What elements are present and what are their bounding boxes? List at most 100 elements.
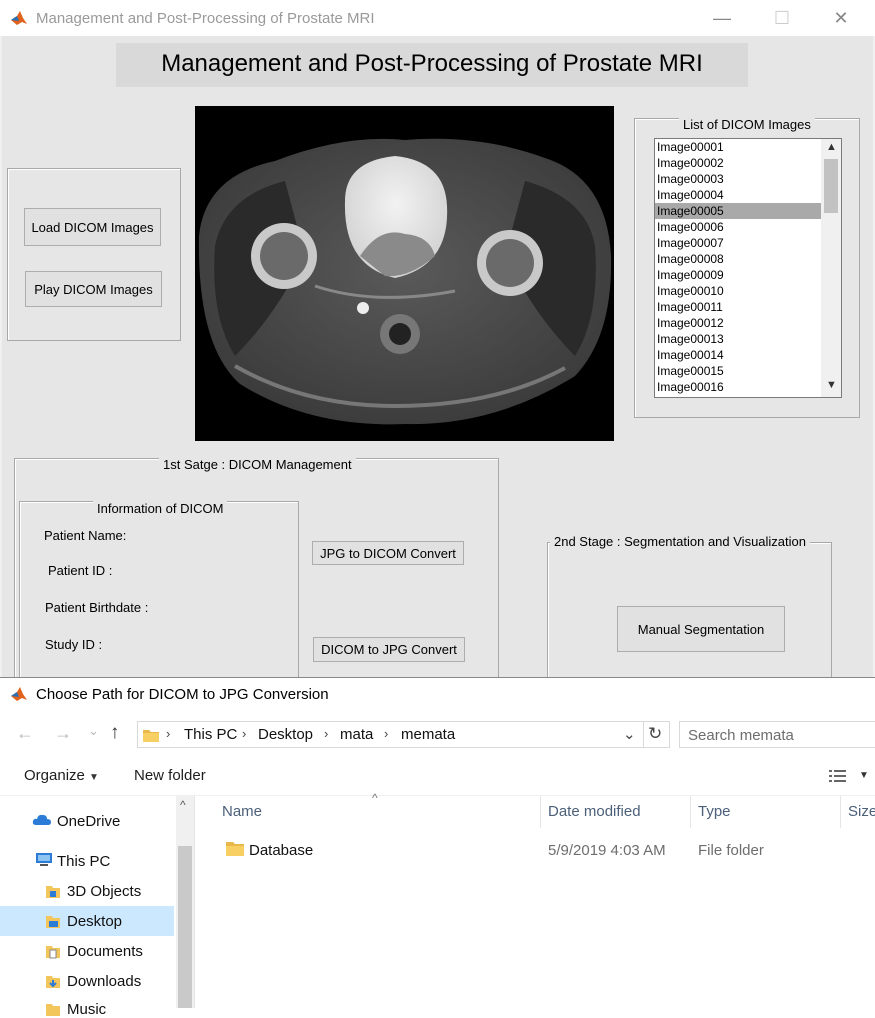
sort-up-icon: ^ xyxy=(372,791,378,805)
title-bar[interactable]: Management and Post-Processing of Prosta… xyxy=(0,0,875,36)
recent-locations-icon[interactable]: ⌄ xyxy=(88,723,99,739)
desktop-folder-icon xyxy=(46,916,60,928)
view-dropdown-icon[interactable]: ▼ xyxy=(859,770,869,781)
back-arrow-icon[interactable]: ← xyxy=(16,723,34,744)
documents-icon xyxy=(46,946,60,959)
list-scrollbar[interactable]: ▲ ▼ xyxy=(821,139,841,397)
scroll-down-icon[interactable]: ▼ xyxy=(826,379,837,391)
list-item[interactable]: Image00012 xyxy=(655,315,821,331)
nav-desktop[interactable]: Desktop xyxy=(67,913,122,930)
breadcrumb-separator-icon: › xyxy=(324,726,329,741)
patient-birthdate-label: Patient Birthdate : xyxy=(45,600,149,615)
jpg-to-dicom-button[interactable]: JPG to DICOM Convert xyxy=(312,541,464,565)
nav-downloads[interactable]: Downloads xyxy=(67,973,141,990)
file-date: 5/9/2019 4:03 AM xyxy=(548,842,666,859)
list-item[interactable]: Image00006 xyxy=(655,219,821,235)
load-dicom-button[interactable]: Load DICOM Images xyxy=(24,208,161,246)
column-separator[interactable] xyxy=(840,796,841,828)
view-options-icon[interactable] xyxy=(828,768,848,784)
stage1-title: 1st Satge : DICOM Management xyxy=(159,457,356,472)
scroll-thumb[interactable] xyxy=(824,159,838,213)
column-size[interactable]: Size xyxy=(848,803,875,820)
breadcrumb-mata[interactable]: mata xyxy=(340,726,373,743)
stage2-title: 2nd Stage : Segmentation and Visualizati… xyxy=(550,534,810,549)
list-item[interactable]: Image00011 xyxy=(655,299,821,315)
list-item[interactable]: Image00003 xyxy=(655,171,821,187)
dicom-info-title: Information of DICOM xyxy=(93,501,228,516)
address-bar[interactable]: › This PC › Desktop › mata › memata ⌄ ↻ xyxy=(137,721,670,748)
breadcrumb-desktop[interactable]: Desktop xyxy=(258,726,313,743)
dialog-title: Choose Path for DICOM to JPG Conversion xyxy=(36,686,329,703)
organize-label: Organize xyxy=(24,767,85,784)
nav-onedrive[interactable]: OneDrive xyxy=(57,813,120,830)
chevron-down-icon[interactable]: ⌄ xyxy=(623,725,636,743)
column-type[interactable]: Type xyxy=(698,803,731,820)
computer-icon xyxy=(36,853,52,866)
matlab-figure-window: Management and Post-Processing of Prosta… xyxy=(0,0,875,677)
downloads-icon xyxy=(46,976,60,988)
list-item[interactable]: Image00014 xyxy=(655,347,821,363)
up-arrow-icon[interactable]: ↑ xyxy=(110,722,120,744)
breadcrumb-separator-icon: › xyxy=(166,726,171,741)
nav-scrollbar[interactable]: ^ xyxy=(176,796,194,1008)
page-title: Management and Post-Processing of Prosta… xyxy=(116,43,748,87)
list-item[interactable]: Image00008 xyxy=(655,251,821,267)
list-item[interactable]: Image00004 xyxy=(655,187,821,203)
patient-name-label: Patient Name: xyxy=(44,528,127,543)
list-item[interactable]: Image00001 xyxy=(655,139,821,155)
folder-icon xyxy=(143,730,159,742)
search-box[interactable] xyxy=(679,721,875,748)
list-item[interactable]: Image00010 xyxy=(655,283,821,299)
scroll-thumb[interactable] xyxy=(178,846,192,1008)
list-item[interactable]: Image00013 xyxy=(655,331,821,347)
list-item[interactable]: Image00009 xyxy=(655,267,821,283)
breadcrumb-separator-icon: › xyxy=(384,726,389,741)
list-item[interactable]: Image00016 xyxy=(655,379,821,395)
list-item[interactable]: Image00007 xyxy=(655,235,821,251)
scroll-up-icon[interactable]: ▲ xyxy=(826,141,837,153)
cloud-icon xyxy=(32,814,51,825)
manual-segmentation-button[interactable]: Manual Segmentation xyxy=(617,606,785,652)
window-title: Management and Post-Processing of Prosta… xyxy=(36,10,375,27)
maximize-button[interactable]: ☐ xyxy=(762,6,802,30)
forward-arrow-icon[interactable]: → xyxy=(54,723,72,744)
play-dicom-button[interactable]: Play DICOM Images xyxy=(25,271,162,307)
organize-button[interactable]: Organize ▼ xyxy=(24,767,99,784)
close-button[interactable]: ✕ xyxy=(821,6,861,30)
dropdown-arrow-icon: ▼ xyxy=(89,772,99,783)
dicom-to-jpg-button[interactable]: DICOM to JPG Convert xyxy=(313,637,465,662)
load-panel xyxy=(7,168,181,341)
list-item[interactable]: Image00002 xyxy=(655,155,821,171)
dicom-list-title: List of DICOM Images xyxy=(679,117,815,132)
breadcrumb-this-pc[interactable]: This PC xyxy=(184,726,237,743)
list-item[interactable]: Image00005 xyxy=(655,203,821,219)
column-date-modified[interactable]: Date modified xyxy=(548,803,641,820)
nav-documents[interactable]: Documents xyxy=(67,943,143,960)
breadcrumb-separator-icon: › xyxy=(242,726,247,741)
address-divider xyxy=(643,722,644,747)
choose-path-dialog: Choose Path for DICOM to JPG Conversion … xyxy=(0,677,875,1018)
nav-this-pc[interactable]: This PC xyxy=(57,853,110,870)
minimize-button[interactable]: — xyxy=(702,6,742,30)
breadcrumb-memata[interactable]: memata xyxy=(401,726,455,743)
dicom-image-listbox[interactable]: Image00001 Image00002 Image00003 Image00004… xyxy=(654,138,842,398)
nav-3d-objects[interactable]: 3D Objects xyxy=(67,883,141,900)
column-name[interactable]: Name xyxy=(222,803,262,820)
study-id-label: Study ID : xyxy=(45,637,103,652)
nav-music[interactable]: Music xyxy=(67,1001,106,1018)
scroll-up-icon[interactable]: ^ xyxy=(180,798,186,812)
3d-objects-icon xyxy=(46,886,60,898)
matlab-icon xyxy=(11,11,27,25)
folder-icon xyxy=(226,842,244,856)
refresh-icon[interactable]: ↻ xyxy=(648,724,662,744)
column-separator[interactable] xyxy=(690,796,691,828)
prostate-mri-image xyxy=(198,138,612,425)
file-name: Database xyxy=(249,842,314,859)
file-row[interactable]: Database 5/9/2019 4:03 AM File folder xyxy=(200,833,875,867)
column-separator[interactable] xyxy=(540,796,541,828)
mri-image-display xyxy=(195,106,614,441)
list-item[interactable]: Image00015 xyxy=(655,363,821,379)
matlab-icon xyxy=(11,687,27,701)
search-input[interactable] xyxy=(680,722,870,748)
new-folder-button[interactable]: New folder xyxy=(134,767,206,784)
